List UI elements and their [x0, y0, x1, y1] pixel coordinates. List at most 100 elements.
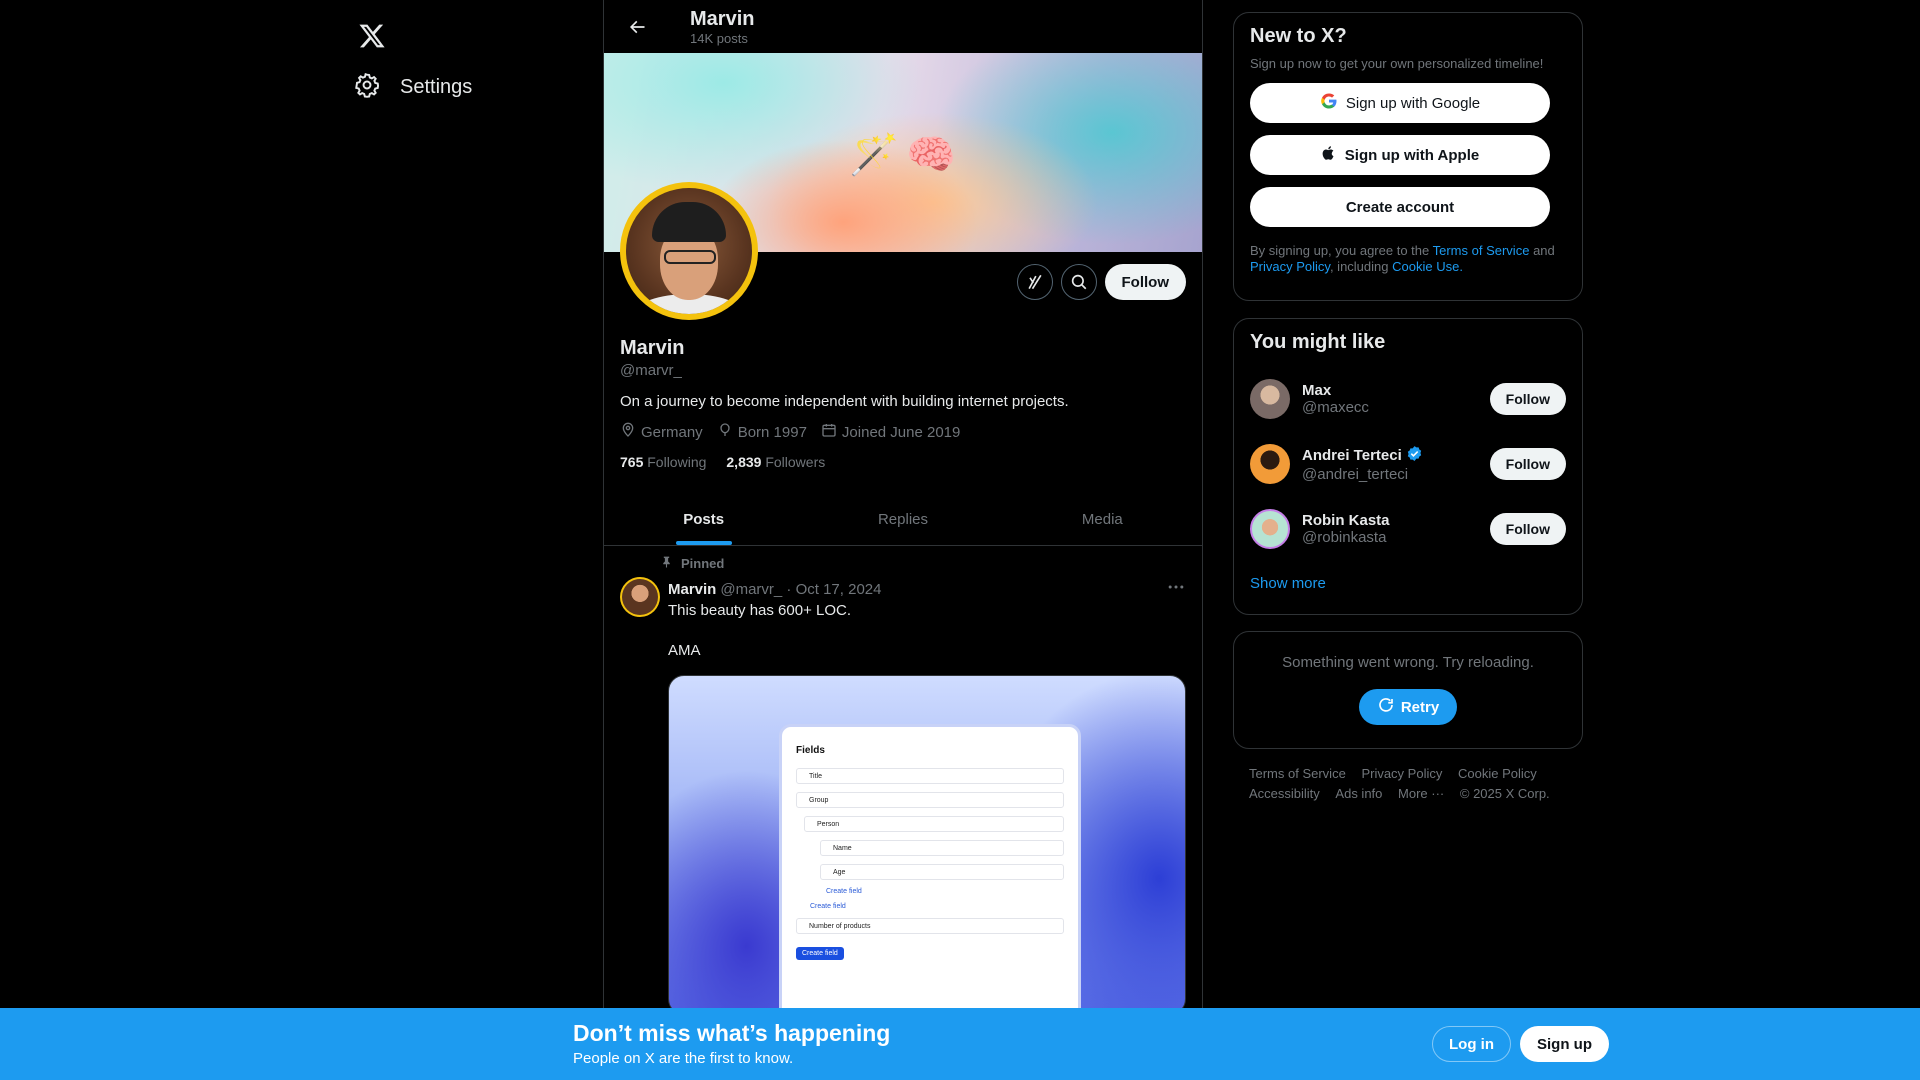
you-might-like-title: You might like [1250, 331, 1386, 353]
suggestion-follow-button[interactable]: Follow [1489, 512, 1566, 545]
suggestion-row[interactable]: Robin Kasta @robinkasta Follow [1234, 496, 1582, 561]
balloon-icon [717, 422, 733, 442]
pinned-indicator: Pinned [660, 555, 1186, 571]
magic-wand-emoji: 🪄 [849, 132, 899, 178]
signup-subtitle: Sign up now to get your own personalized… [1250, 56, 1544, 71]
post-text-line1: This beauty has 600+ LOC. [668, 602, 852, 619]
footer-link[interactable]: Cookie Policy [1458, 764, 1537, 784]
suggestion-name-row: Andrei Terteci [1302, 445, 1490, 466]
profile-location: Germany [641, 423, 703, 441]
footer-link[interactable]: Accessibility [1249, 784, 1320, 804]
nav-settings-link[interactable]: Settings [342, 62, 484, 112]
error-message: Something went wrong. Try reloading. [1282, 654, 1534, 671]
footer-links: Terms of Service Privacy Policy Cookie P… [1249, 764, 1579, 804]
profile-joined: Joined June 2019 [841, 423, 961, 441]
x-logo-icon[interactable] [346, 10, 398, 62]
post-author[interactable]: Marvin [668, 581, 716, 598]
profile-handle: @marvr_ [620, 362, 682, 379]
left-navigation: Settings [330, 0, 600, 1080]
signup-card: New to X? Sign up now to get your own pe… [1233, 12, 1583, 301]
google-signup-label: Sign up with Google [1345, 94, 1481, 112]
media-field: Title [796, 768, 1064, 784]
suggestion-name: Robin Kasta [1302, 511, 1390, 529]
footer-link[interactable]: Ads info [1335, 784, 1382, 804]
media-create-field-link: Create field [810, 903, 846, 910]
suggestion-name: Andrei Terteci [1302, 446, 1402, 464]
avatar[interactable] [1250, 378, 1290, 419]
footer-link[interactable]: Terms of Service [1249, 764, 1346, 784]
login-button[interactable]: Log in [1432, 1026, 1511, 1062]
google-icon [1320, 92, 1338, 114]
bottom-bar-subtitle: People on X are the first to know. [573, 1050, 794, 1067]
profile-meta: Germany Born 1997 Joined June 2019 [620, 422, 1186, 442]
profile-bio: On a journey to become independent with … [620, 393, 1069, 410]
tab-media[interactable]: Media [1003, 493, 1202, 545]
cookie-use-link[interactable]: Cookie Use. [1392, 259, 1463, 274]
show-more-link[interactable]: Show more [1234, 561, 1582, 592]
post-media-image[interactable]: Fields Title Group Person Name Age Creat… [668, 675, 1186, 1015]
grok-icon[interactable] [1016, 264, 1053, 300]
you-might-like-card: You might like Max @maxecc Follow Andrei… [1233, 318, 1583, 615]
profile-tabs: Posts Replies Media [604, 493, 1202, 546]
search-icon[interactable] [1060, 264, 1097, 300]
tab-posts[interactable]: Posts [604, 493, 803, 545]
post-avatar[interactable] [620, 577, 660, 617]
tab-replies[interactable]: Replies [803, 493, 1002, 545]
error-card: Something went wrong. Try reloading. Ret… [1233, 631, 1583, 749]
profile-info: Marvin @marvr_ On a journey to become in… [620, 336, 1186, 470]
suggestion-handle: @robinkasta [1302, 528, 1387, 546]
media-field: Person [804, 816, 1064, 832]
verified-badge-icon [1406, 445, 1423, 466]
location-icon [620, 422, 636, 442]
footer-more-link[interactable]: More ··· [1398, 784, 1444, 804]
profile-avatar[interactable] [620, 182, 758, 320]
followers-link[interactable]: 2,839 Followers [726, 454, 825, 470]
suggestion-row[interactable]: Max @maxecc Follow [1234, 366, 1582, 431]
apple-signup-label: Sign up with Apple [1344, 146, 1480, 164]
back-arrow-icon[interactable] [620, 10, 654, 44]
apple-icon [1321, 144, 1337, 166]
copyright: © 2025 X Corp. [1459, 786, 1550, 801]
retry-button[interactable]: Retry [1358, 689, 1458, 725]
header-profile-name: Marvin [690, 7, 755, 30]
profile-follow-button[interactable]: Follow [1104, 264, 1186, 300]
media-fields-card: Fields Title Group Person Name Age Creat… [779, 724, 1081, 1014]
media-field: Name [820, 840, 1064, 856]
suggestion-follow-button[interactable]: Follow [1489, 382, 1566, 415]
media-title: Fields [796, 745, 825, 756]
media-create-field-button: Create field [796, 947, 844, 960]
profile-main-column: Marvin 14K posts 🪄 🧠 Follow Marvin @marv… [603, 0, 1203, 1080]
signup-button[interactable]: Sign up [1520, 1026, 1609, 1062]
pin-icon [660, 555, 673, 571]
bottom-bar-title: Don’t miss what’s happening [573, 1020, 891, 1046]
terms-of-service-link[interactable]: Terms of Service [1433, 243, 1530, 258]
following-link[interactable]: 765 Following [620, 454, 706, 470]
apple-signup-button[interactable]: Sign up with Apple [1250, 135, 1550, 175]
login-prompt-bar: Don’t miss what’s happening People on X … [0, 1008, 1920, 1080]
avatar[interactable] [1250, 508, 1290, 549]
calendar-icon [821, 422, 837, 442]
post-handle-date[interactable]: @marvr_ · Oct 17, 2024 [720, 581, 881, 598]
profile-born: Born 1997 [737, 423, 807, 441]
suggestion-row[interactable]: Andrei Terteci @andrei_terteci Follow [1234, 431, 1582, 496]
suggestion-handle: @maxecc [1302, 398, 1369, 416]
profile-name: Marvin [620, 337, 685, 359]
profile-stats: 765 Following 2,839 Followers [620, 454, 1186, 470]
nav-settings-label: Settings [400, 75, 473, 98]
google-signup-button[interactable]: Sign up with Google [1250, 83, 1550, 123]
pinned-label: Pinned [681, 555, 725, 571]
gear-icon [354, 72, 380, 103]
media-field: Group [796, 792, 1064, 808]
avatar[interactable] [1250, 443, 1290, 484]
privacy-policy-link[interactable]: Privacy Policy [1250, 259, 1330, 274]
pinned-post[interactable]: Pinned Marvin @marvr_ · Oct 17, 2024 Thi… [604, 547, 1202, 1015]
create-account-button[interactable]: Create account [1250, 187, 1550, 227]
suggestion-follow-button[interactable]: Follow [1489, 447, 1566, 480]
media-field: Age [820, 864, 1064, 880]
header-post-count: 14K posts [690, 30, 748, 46]
suggestion-name: Max [1302, 381, 1332, 399]
footer-link[interactable]: Privacy Policy [1361, 764, 1442, 784]
retry-label: Retry [1400, 698, 1440, 716]
more-options-icon[interactable] [1166, 577, 1186, 601]
brain-emoji: 🧠 [906, 132, 956, 178]
